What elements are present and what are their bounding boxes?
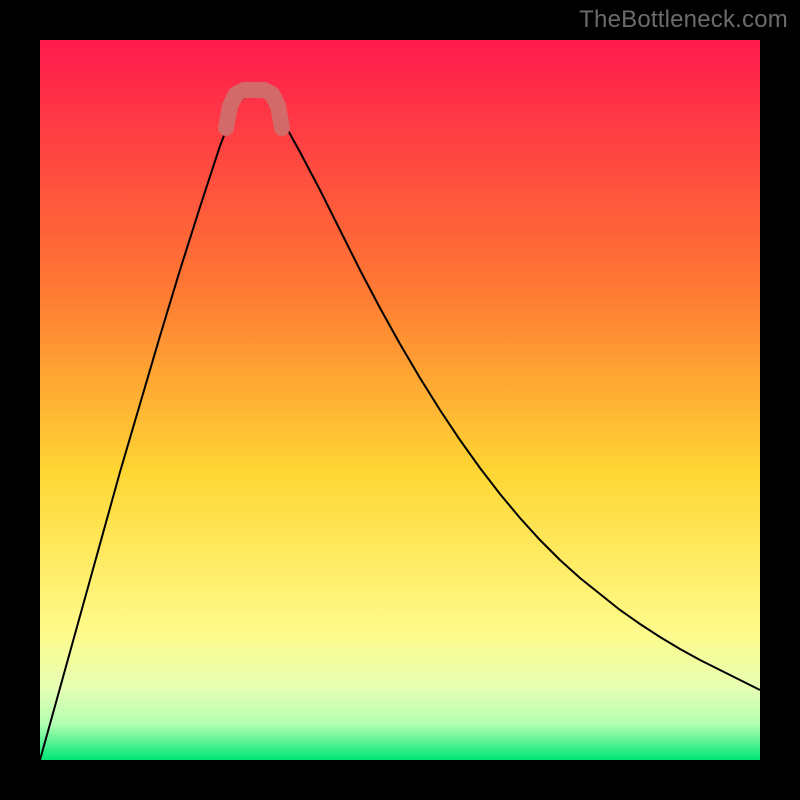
background-gradient [40,40,760,760]
chart-frame: TheBottleneck.com [0,0,800,800]
watermark-text: TheBottleneck.com [579,6,788,34]
chart-svg [40,40,760,760]
plot-area [40,40,760,760]
